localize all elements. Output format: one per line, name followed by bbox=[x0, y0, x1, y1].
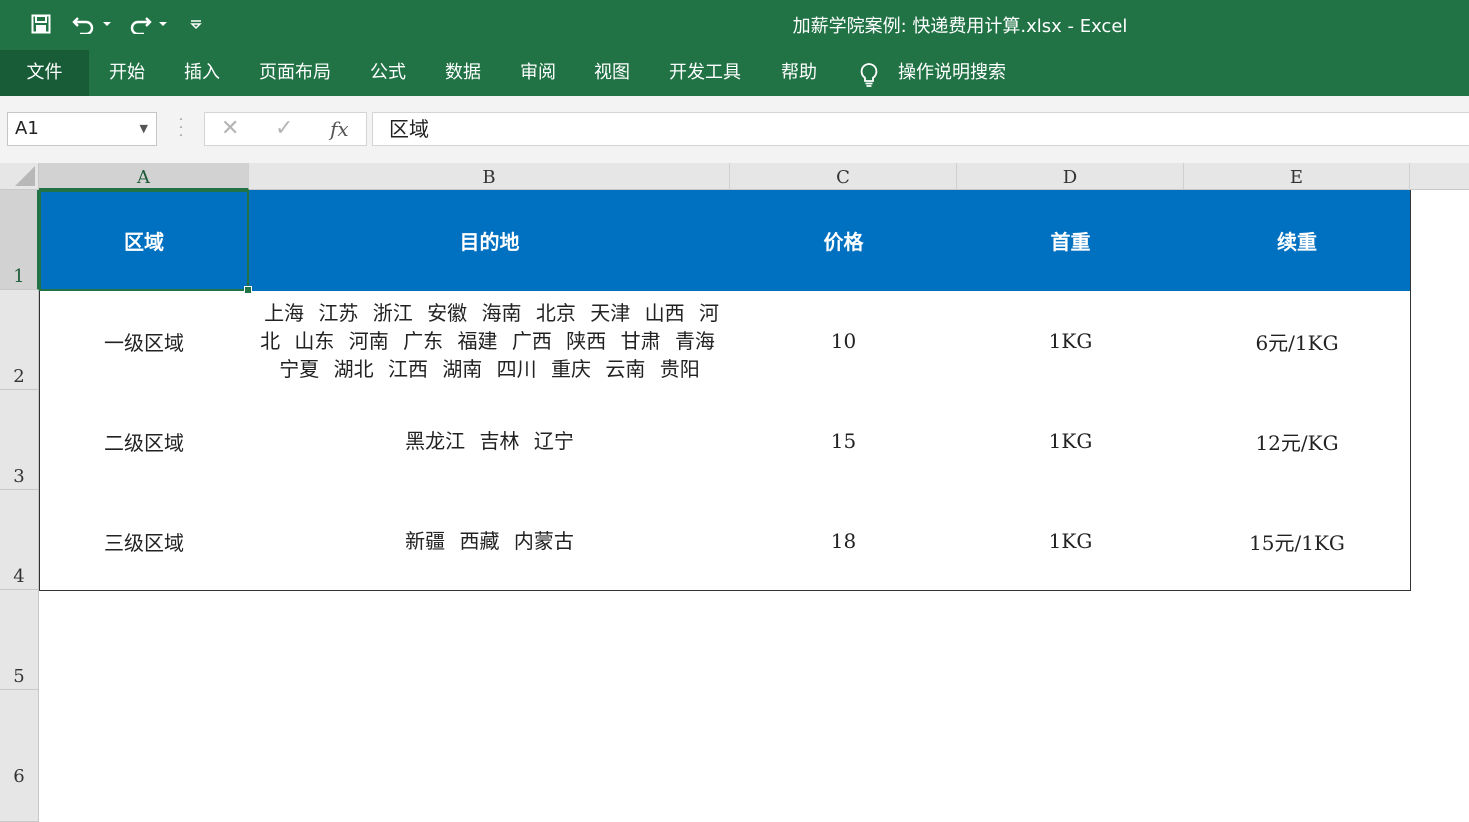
tab-insert[interactable]: 插入 bbox=[184, 50, 220, 96]
undo-icon[interactable] bbox=[70, 9, 98, 39]
destination-name: 北京 bbox=[535, 301, 576, 325]
cell-b1[interactable]: 目的地 bbox=[249, 190, 730, 291]
destination-name: 上海 bbox=[264, 301, 305, 325]
destination-name: 辽宁 bbox=[533, 429, 574, 453]
cell-e3[interactable]: 12元/KG bbox=[1184, 391, 1410, 491]
tab-file[interactable]: 文件 bbox=[0, 50, 89, 96]
cell-b4[interactable]: 新疆 西藏 内蒙古 bbox=[249, 491, 730, 591]
column-header-c[interactable]: C bbox=[730, 163, 957, 190]
tell-me-label: 操作说明搜索 bbox=[898, 62, 1006, 83]
destination-name: 贵阳 bbox=[659, 357, 700, 381]
cell-a3[interactable]: 二级区域 bbox=[39, 391, 249, 491]
column-header-empty bbox=[1410, 163, 1469, 190]
cell-b3[interactable]: 黑龙江 吉林 辽宁 bbox=[249, 391, 730, 491]
name-box-dropdown-icon[interactable]: ▼ bbox=[140, 113, 148, 145]
cell-e1[interactable]: 续重 bbox=[1184, 190, 1410, 291]
destination-name: 湖南 bbox=[442, 357, 483, 381]
active-cell-selection bbox=[39, 190, 249, 291]
cell-c1[interactable]: 价格 bbox=[730, 190, 957, 291]
destination-name: 西藏 bbox=[459, 529, 500, 553]
cell-c2[interactable]: 10 bbox=[730, 291, 957, 391]
destination-name: 广东 bbox=[403, 329, 444, 353]
tab-data[interactable]: 数据 bbox=[445, 50, 481, 96]
destination-name: 重庆 bbox=[551, 357, 592, 381]
destination-name: 陕西 bbox=[566, 329, 607, 353]
tab-review[interactable]: 审阅 bbox=[520, 50, 556, 96]
column-header-e[interactable]: E bbox=[1184, 163, 1410, 190]
formula-bar-resize-handle[interactable]: · · · bbox=[176, 113, 186, 143]
destination-name: 天津 bbox=[590, 301, 631, 325]
redo-dropdown-icon[interactable] bbox=[156, 9, 170, 39]
destination-name: 湖北 bbox=[333, 357, 374, 381]
column-header-b[interactable]: B bbox=[249, 163, 730, 190]
column-header-d[interactable]: D bbox=[957, 163, 1184, 190]
row-header-2[interactable]: 2 bbox=[0, 290, 39, 390]
destination-name: 云南 bbox=[605, 357, 646, 381]
cell-e2[interactable]: 6元/1KG bbox=[1184, 291, 1410, 391]
destination-name: 青海 bbox=[674, 329, 715, 353]
select-all-triangle-icon bbox=[15, 166, 35, 186]
destination-name: 宁夏 bbox=[279, 357, 320, 381]
cell-b2[interactable]: 上海 江苏 浙江 安徽 海南 北京 天津 山西 河北 山东 河南 广东 福建 广… bbox=[249, 291, 730, 391]
tab-page-layout[interactable]: 页面布局 bbox=[259, 50, 331, 96]
document-title: 加薪学院案例: 快递费用计算.xlsx - Excel bbox=[792, 16, 1128, 37]
ribbon-tabs: 文件 开始 插入 页面布局 公式 数据 审阅 视图 开发工具 帮助 操作说明搜索 bbox=[0, 50, 1469, 96]
tab-view[interactable]: 视图 bbox=[594, 50, 630, 96]
destination-list: 黑龙江 吉林 辽宁 bbox=[401, 427, 578, 455]
destination-name: 河南 bbox=[348, 329, 389, 353]
undo-dropdown-icon[interactable] bbox=[100, 9, 114, 39]
destination-name: 广西 bbox=[511, 329, 552, 353]
cell-c4[interactable]: 18 bbox=[730, 491, 957, 591]
row-header-6[interactable]: 6 bbox=[0, 690, 39, 822]
destination-name: 安徽 bbox=[427, 301, 468, 325]
fill-handle[interactable] bbox=[244, 286, 252, 294]
destination-list: 新疆 西藏 内蒙古 bbox=[401, 527, 578, 555]
destination-name: 四川 bbox=[496, 357, 537, 381]
cell-d2[interactable]: 1KG bbox=[957, 291, 1184, 391]
formula-input[interactable]: 区域 bbox=[372, 112, 1469, 146]
tab-home[interactable]: 开始 bbox=[109, 50, 145, 96]
title-bar: 加薪学院案例: 快递费用计算.xlsx - Excel bbox=[0, 0, 1469, 50]
name-box-value: A1 bbox=[15, 118, 39, 139]
destination-name: 黑龙江 bbox=[405, 429, 466, 453]
destination-name: 浙江 bbox=[372, 301, 413, 325]
cell-d3[interactable]: 1KG bbox=[957, 391, 1184, 491]
select-all-button[interactable] bbox=[0, 163, 39, 190]
destination-name: 海南 bbox=[481, 301, 522, 325]
redo-icon[interactable] bbox=[126, 9, 154, 39]
name-box[interactable]: A1 ▼ bbox=[7, 112, 157, 146]
tab-formulas[interactable]: 公式 bbox=[370, 50, 406, 96]
row-header-5[interactable]: 5 bbox=[0, 590, 39, 690]
destination-list: 上海 江苏 浙江 安徽 海南 北京 天津 山西 河北 山东 河南 广东 福建 广… bbox=[257, 299, 722, 383]
tab-developer[interactable]: 开发工具 bbox=[669, 50, 741, 96]
destination-name: 江苏 bbox=[318, 301, 359, 325]
tab-help[interactable]: 帮助 bbox=[781, 50, 817, 96]
worksheet-grid: A B C D E 1 2 3 4 5 6 区域 目的地 价格 首重 续重 一级… bbox=[0, 163, 1469, 822]
destination-name: 吉林 bbox=[479, 429, 520, 453]
destination-name: 山西 bbox=[644, 301, 685, 325]
destination-name: 新疆 bbox=[405, 529, 446, 553]
formula-buttons: ✕ ✓ fx bbox=[204, 112, 367, 146]
destination-name: 山东 bbox=[294, 329, 335, 353]
cell-e4[interactable]: 15元/1KG bbox=[1184, 491, 1410, 591]
row-header-4[interactable]: 4 bbox=[0, 490, 39, 590]
row-header-1[interactable]: 1 bbox=[0, 190, 39, 290]
cell-d4[interactable]: 1KG bbox=[957, 491, 1184, 591]
customize-dropdown-icon[interactable] bbox=[184, 9, 208, 39]
enter-icon[interactable]: ✓ bbox=[275, 116, 293, 141]
save-icon[interactable] bbox=[26, 9, 56, 39]
formula-bar: A1 ▼ · · · ✕ ✓ fx 区域 bbox=[0, 96, 1469, 163]
row-header-3[interactable]: 3 bbox=[0, 390, 39, 490]
cell-a4[interactable]: 三级区域 bbox=[39, 491, 249, 591]
column-header-a[interactable]: A bbox=[39, 163, 249, 190]
destination-name: 内蒙古 bbox=[513, 529, 574, 553]
insert-function-icon[interactable]: fx bbox=[330, 117, 349, 141]
cell-a2[interactable]: 一级区域 bbox=[39, 291, 249, 391]
cell-c3[interactable]: 15 bbox=[730, 391, 957, 491]
destination-name: 甘肃 bbox=[620, 329, 661, 353]
cell-d1[interactable]: 首重 bbox=[957, 190, 1184, 291]
destination-name: 福建 bbox=[457, 329, 498, 353]
cancel-icon[interactable]: ✕ bbox=[221, 116, 239, 141]
destination-name: 江西 bbox=[387, 357, 428, 381]
